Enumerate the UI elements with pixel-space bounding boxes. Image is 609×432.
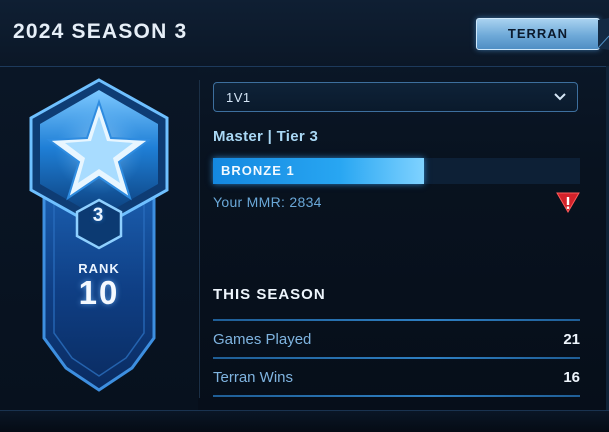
warning-icon[interactable] (556, 191, 580, 213)
game-mode-select[interactable]: 1V1 (213, 82, 578, 112)
stat-label: Terran Wins (213, 369, 294, 386)
stat-row-games-played: Games Played 21 (213, 331, 580, 353)
season-header: 2024 SEASON 3 TERRAN (0, 0, 609, 67)
mmr-text: Your MMR: 2834 (213, 194, 322, 210)
season-title: 2024 SEASON 3 (13, 20, 188, 43)
this-season-title: THIS SEASON (213, 286, 326, 303)
tier-number: 3 (92, 205, 104, 226)
tab-edge-decoration (598, 18, 609, 50)
division-progress-bar: BRONZE 1 (213, 158, 580, 184)
stats-divider (213, 395, 580, 397)
master-league-badge (29, 78, 169, 392)
stat-value: 16 (563, 369, 580, 386)
footer-bar (0, 410, 609, 432)
stat-row-terran-wins: Terran Wins 16 (213, 369, 580, 391)
chevron-down-icon (554, 93, 566, 101)
stat-label: Games Played (213, 331, 312, 348)
stats-divider (213, 357, 580, 359)
rank-value: 10 (78, 274, 120, 311)
division-label: BRONZE 1 (221, 163, 295, 178)
panel-divider (199, 80, 200, 398)
stat-value: 21 (563, 331, 580, 348)
race-tab-terran[interactable]: TERRAN (476, 18, 600, 50)
ladder-profile-panel: 2024 SEASON 3 TERRAN 3 RANK 10 1V1 Maste… (0, 0, 609, 432)
game-mode-selected: 1V1 (226, 90, 251, 105)
league-tier-text: Master | Tier 3 (213, 128, 319, 145)
stats-divider (213, 319, 580, 321)
